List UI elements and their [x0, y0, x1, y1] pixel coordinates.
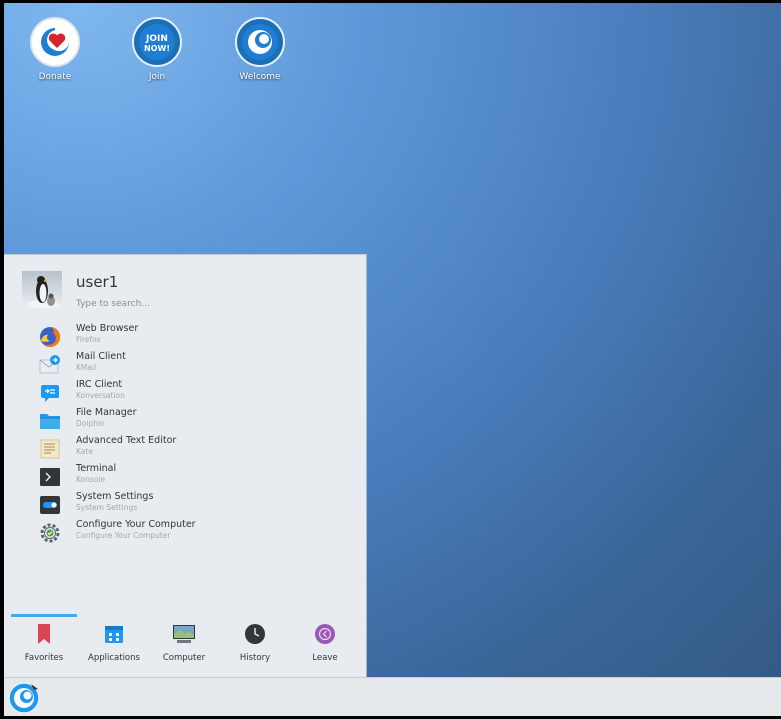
- app-name: File Manager: [76, 407, 137, 418]
- favorite-system-settings[interactable]: System Settings System Settings: [30, 491, 350, 518]
- favorite-file-manager[interactable]: File Manager Dolphin: [30, 407, 350, 434]
- favorite-terminal[interactable]: Terminal Konsole: [30, 463, 350, 490]
- kmail-icon: [38, 354, 62, 376]
- leave-icon: [313, 623, 337, 645]
- computer-icon: [172, 623, 196, 645]
- tab-label: History: [239, 653, 271, 663]
- favorite-text-editor[interactable]: Advanced Text Editor Kate: [30, 435, 350, 462]
- tab-label: Leave: [312, 653, 338, 663]
- app-description: KMail: [76, 363, 97, 372]
- app-description: Firefox: [76, 335, 101, 344]
- favorite-irc-client[interactable]: IRC Client Konversation: [30, 379, 350, 406]
- join-badge-line2: NOW!: [144, 44, 170, 53]
- opensuse-launcher-icon: [7, 682, 41, 719]
- history-clock-icon: [243, 623, 267, 645]
- app-description: Konsole: [76, 475, 106, 484]
- favorite-mail-client[interactable]: Mail Client KMail: [30, 351, 350, 378]
- active-tab-indicator: [11, 614, 77, 617]
- desktop-icon-donate[interactable]: Donate: [10, 15, 100, 82]
- desktop-icon-label: Welcome: [239, 72, 281, 82]
- terminal-icon: [38, 466, 62, 488]
- opensuse-welcome-icon: [235, 17, 285, 67]
- desktop-icon-join[interactable]: JOIN NOW! Join: [112, 15, 202, 82]
- tab-label: Computer: [162, 653, 206, 663]
- bookmark-icon: [32, 623, 56, 645]
- desktop-icon-label: Join: [148, 72, 166, 82]
- app-name: Web Browser: [76, 323, 139, 334]
- app-name: System Settings: [76, 491, 154, 502]
- join-now-icon: JOIN NOW!: [132, 17, 182, 67]
- app-description: System Settings: [76, 503, 138, 512]
- desktop-icon-welcome[interactable]: Welcome: [215, 15, 305, 82]
- favorite-configure-computer[interactable]: Configure Your Computer Configure Your C…: [30, 519, 350, 546]
- search-input[interactable]: [74, 295, 348, 313]
- app-description: Dolphin: [76, 419, 105, 428]
- app-description: Kate: [76, 447, 93, 456]
- tab-applications[interactable]: Applications: [79, 623, 149, 663]
- applications-icon: [102, 623, 126, 645]
- dolphin-folder-icon: [38, 410, 62, 432]
- app-name: IRC Client: [76, 379, 123, 390]
- tab-leave[interactable]: Leave: [290, 623, 360, 663]
- system-settings-icon: [38, 494, 62, 516]
- tab-favorites[interactable]: Favorites: [9, 623, 79, 663]
- app-description: Konversation: [76, 391, 125, 400]
- tab-history[interactable]: History: [220, 623, 290, 663]
- app-name: Configure Your Computer: [76, 519, 196, 530]
- bottom-panel: [4, 677, 781, 716]
- tab-label: Applications: [88, 653, 140, 663]
- firefox-icon: [38, 326, 62, 348]
- application-launcher-button[interactable]: [7, 681, 41, 715]
- configure-gear-icon: [38, 522, 62, 544]
- app-name: Terminal: [76, 463, 117, 474]
- app-name: Advanced Text Editor: [76, 435, 177, 446]
- application-launcher-menu: user1 Web Browser Firefox Mail Client KM…: [4, 254, 367, 678]
- app-description: Configure Your Computer: [76, 531, 171, 540]
- tab-computer[interactable]: Computer: [149, 623, 219, 663]
- avatar[interactable]: [22, 271, 62, 308]
- join-badge-line1: JOIN: [145, 34, 168, 44]
- donate-heart-icon: [30, 17, 80, 67]
- kate-editor-icon: [38, 438, 62, 460]
- desktop-icon-label: Donate: [38, 72, 72, 82]
- favorite-web-browser[interactable]: Web Browser Firefox: [30, 323, 350, 350]
- tab-label: Favorites: [24, 653, 64, 663]
- konversation-icon: [38, 382, 62, 404]
- app-name: Mail Client: [76, 351, 126, 362]
- username-label: user1: [76, 273, 119, 291]
